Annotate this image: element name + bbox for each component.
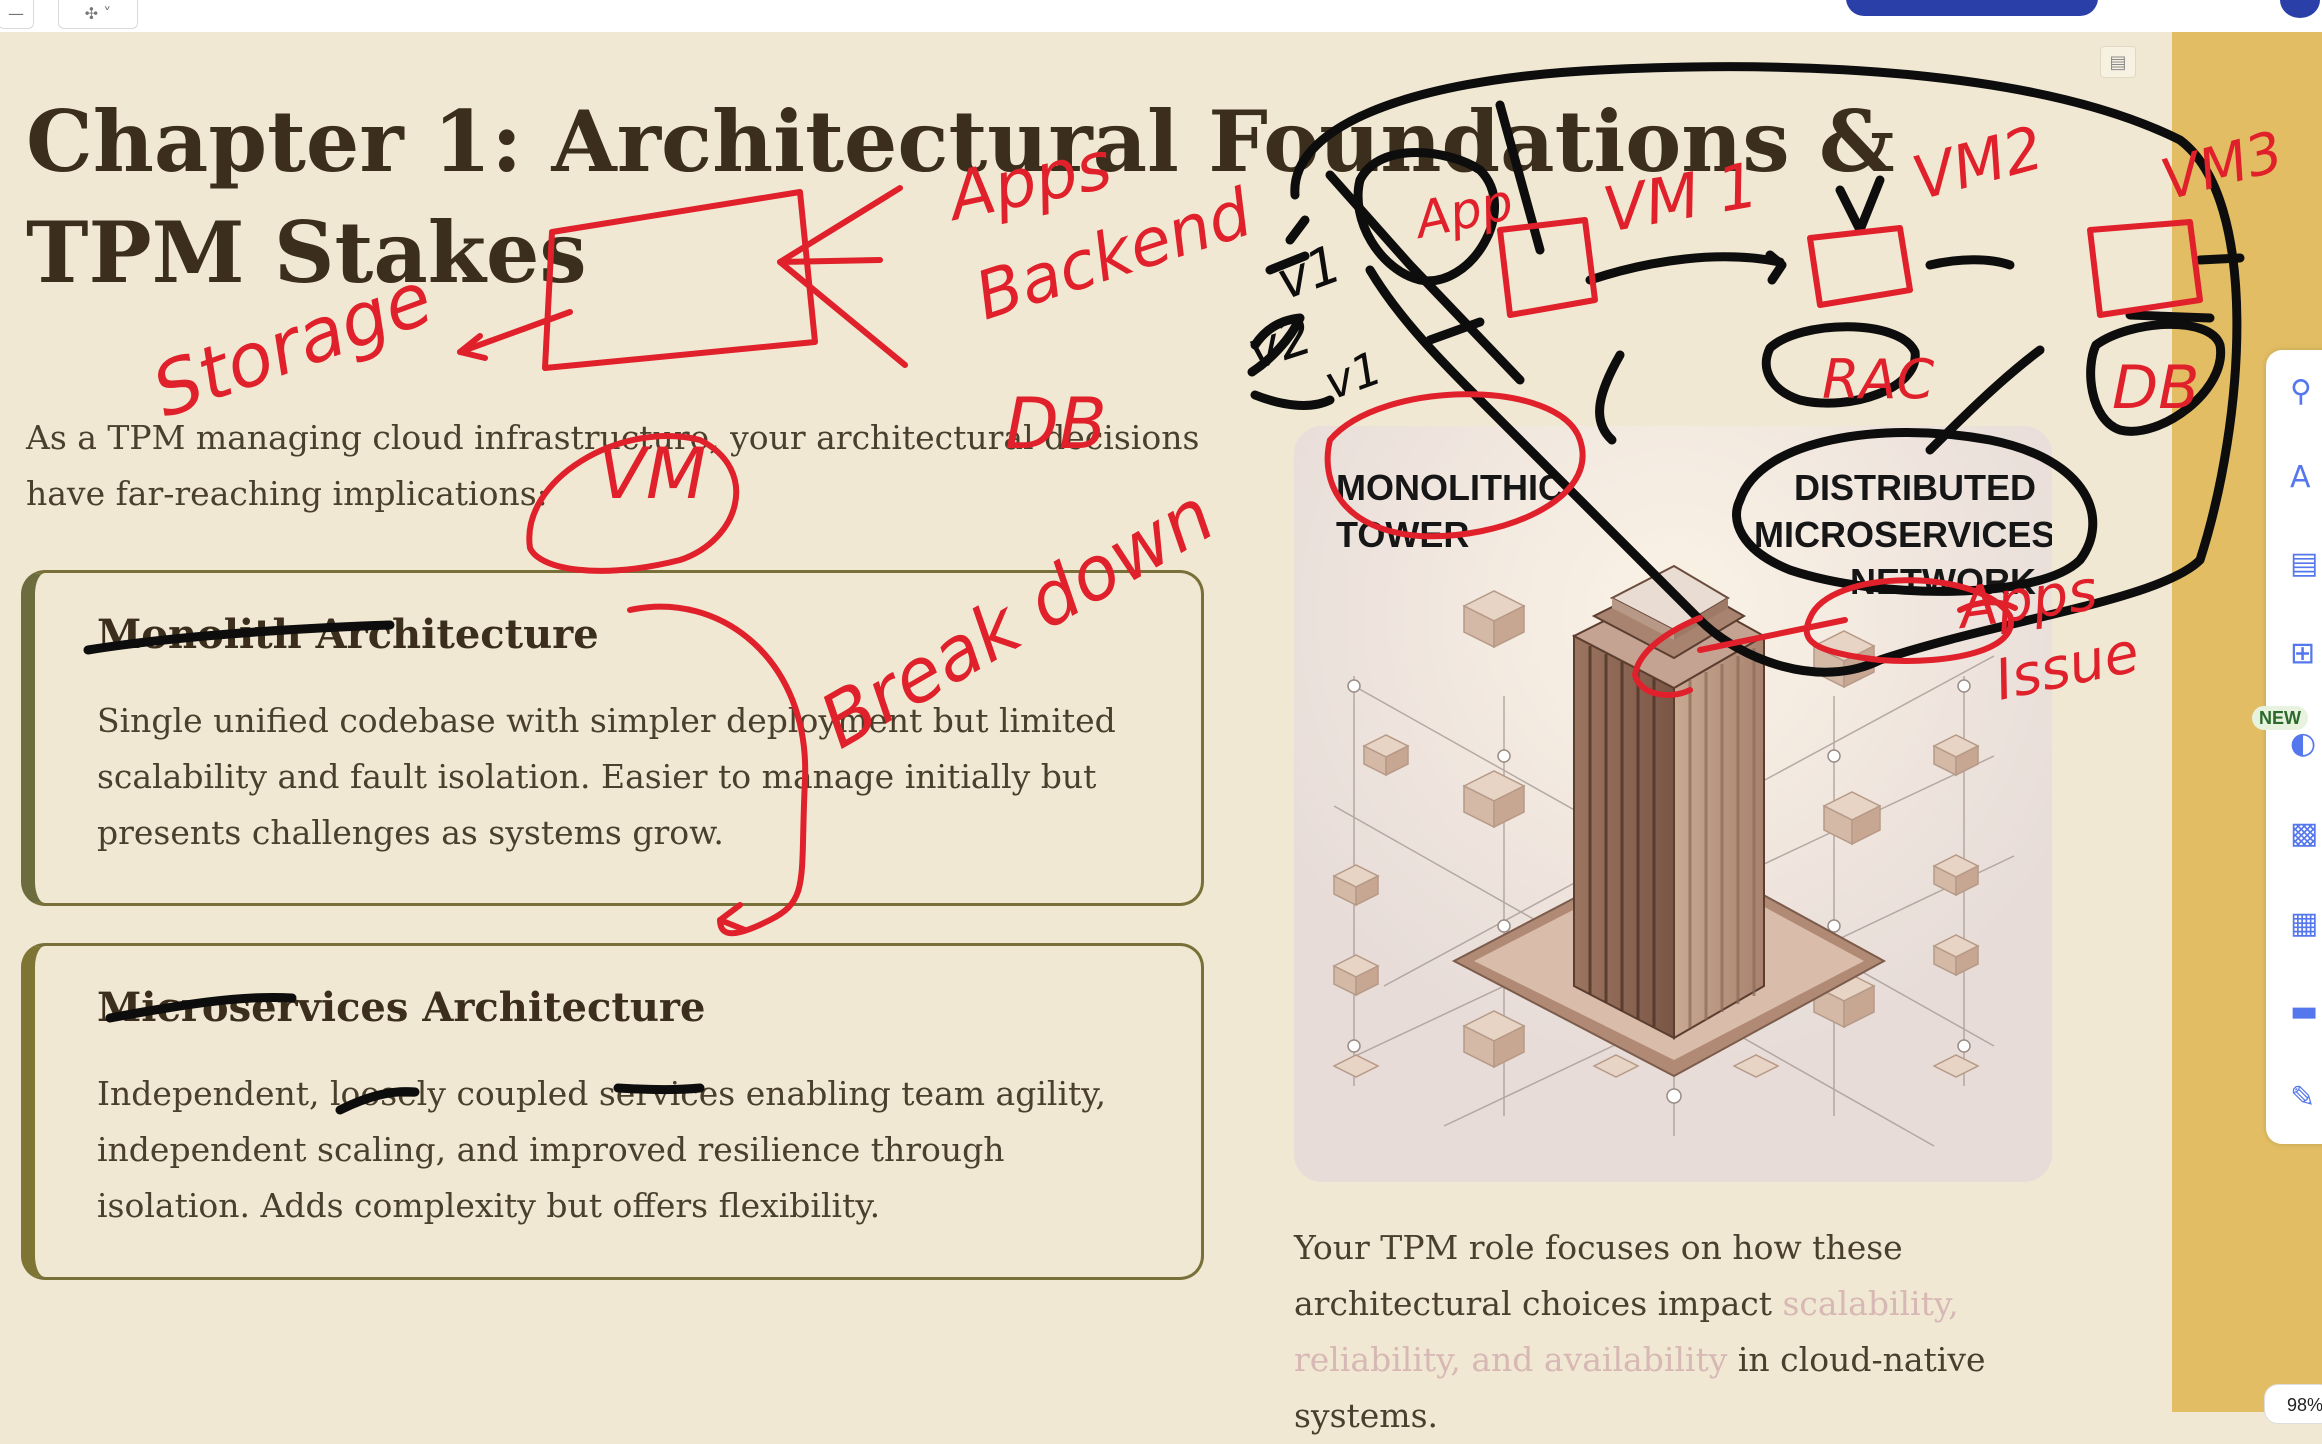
label-distributed-network: DISTRIBUTED MICROSERVICES NETWORK: [1754, 467, 2052, 602]
text-icon[interactable]: A: [2290, 460, 2322, 496]
slide-canvas: ▤ Chapter 1: Architectural Foundations &…: [0, 32, 2172, 1435]
new-badge: NEW: [2252, 706, 2308, 730]
intro-paragraph: As a TPM managing cloud infrastructure, …: [26, 418, 1200, 513]
chart-icon[interactable]: ▩: [2290, 816, 2322, 852]
card-heading-monolith: Monolith Architecture: [97, 611, 599, 658]
share-button[interactable]: [1846, 0, 2098, 16]
zoom-level[interactable]: 98%: [2264, 1384, 2322, 1424]
architecture-illustration: MONOLITHIC TOWER DISTRIBUTED MICROSERVIC…: [1294, 426, 2052, 1182]
card-body-microservices: Independent, loosely coupled services en…: [97, 1074, 1107, 1225]
label-monolithic-tower: MONOLITHIC TOWER: [1336, 467, 1564, 555]
top-toolbar: — ✣ ˅: [0, 0, 2322, 32]
monolith-card: Monolith Architecture Single unified cod…: [21, 570, 1204, 906]
card-heading-microservices: Microservices Architecture: [97, 984, 706, 1031]
page-icon[interactable]: ▤: [2100, 46, 2136, 78]
search-icon[interactable]: ⚲: [2290, 374, 2322, 410]
edit-icon[interactable]: ✎: [2290, 1080, 2322, 1116]
ai-icon[interactable]: ◐: [2290, 726, 2322, 762]
layout-icon[interactable]: ▬: [2290, 994, 2322, 1030]
image-icon[interactable]: ▤: [2290, 546, 2322, 582]
avatar[interactable]: [2280, 0, 2320, 18]
collapse-button[interactable]: —: [0, 0, 34, 29]
add-block-button[interactable]: ✣ ˅: [58, 0, 138, 29]
insert-sidepanel: ⚲ A ▤ ⊞ ◐ ▩ ▦ ▬ ✎: [2266, 350, 2322, 1144]
page-title: Chapter 1: Architectural Foundations & T…: [26, 92, 1895, 302]
apps-icon[interactable]: ⊞: [2290, 636, 2322, 672]
table-icon[interactable]: ▦: [2290, 906, 2322, 942]
microservices-card: Microservices Architecture Independent, …: [21, 943, 1204, 1280]
tpm-role-paragraph: Your TPM role focuses on how these archi…: [1294, 1220, 2034, 1444]
card-body-monolith: Single unified codebase with simpler dep…: [97, 701, 1116, 852]
